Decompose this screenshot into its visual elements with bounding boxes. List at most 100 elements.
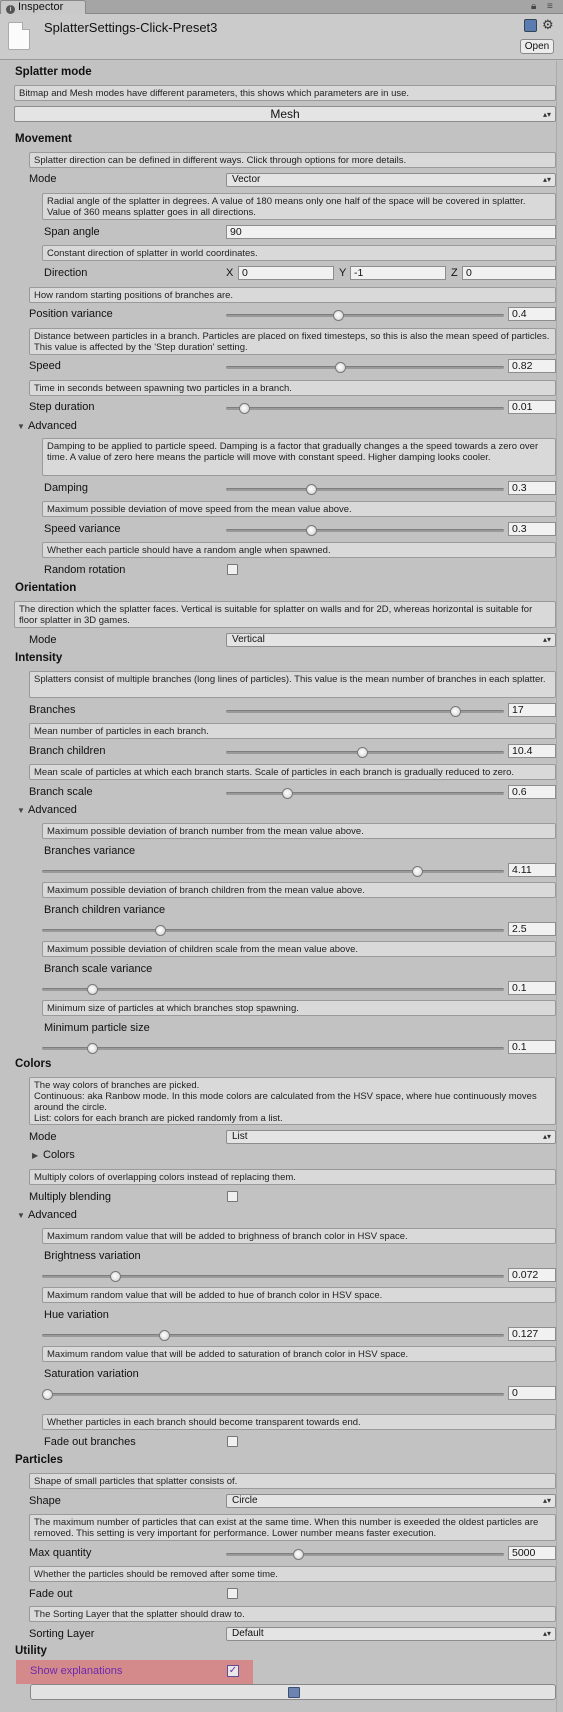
max-quantity-field[interactable]: 5000	[508, 1546, 556, 1560]
speed-variance-slider[interactable]	[226, 523, 504, 537]
tab-inspector[interactable]: i Inspector	[0, 0, 86, 14]
shape-value: Circle	[232, 1495, 258, 1506]
sorting-layer-dropdown[interactable]: Default ▴▾	[226, 1627, 556, 1641]
fade-out-checkbox[interactable]	[227, 1588, 238, 1599]
help-orientation: The direction which the splatter faces. …	[14, 601, 556, 628]
slider-track[interactable]	[226, 407, 504, 410]
slider-track[interactable]	[42, 870, 504, 873]
branch-children-variance-slider[interactable]	[42, 923, 504, 937]
slider-thumb[interactable]	[109, 1271, 121, 1282]
movement-mode-dropdown[interactable]: Vector ▴▾	[226, 173, 556, 187]
intensity-advanced-foldout[interactable]: ▼ Advanced	[17, 804, 77, 816]
slider-track[interactable]	[42, 1334, 504, 1337]
gear-icon[interactable]: ⚙	[542, 17, 554, 33]
branches-variance-slider[interactable]	[42, 864, 504, 878]
dropdown-arrow-icon: ▴▾	[542, 1496, 551, 1505]
brightness-variation-slider[interactable]	[42, 1269, 504, 1283]
speed-field[interactable]: 0.82	[508, 359, 556, 373]
slider-track[interactable]	[42, 1393, 504, 1396]
branch-scale-variance-slider[interactable]	[42, 982, 504, 996]
branches-slider[interactable]	[226, 704, 504, 718]
show-explanations-checkbox[interactable]: ✓	[227, 1665, 239, 1677]
branches-variance-field[interactable]: 4.11	[508, 863, 556, 877]
slider-thumb[interactable]	[292, 1549, 304, 1560]
step-duration-field[interactable]: 0.01	[508, 400, 556, 414]
slider-track[interactable]	[42, 929, 504, 932]
slider-thumb[interactable]	[239, 403, 251, 414]
help-random-rotation: Whether each particle should have a rand…	[42, 542, 556, 558]
speed-slider[interactable]	[226, 360, 504, 374]
minimum-particle-size-field[interactable]: 0.1	[508, 1040, 556, 1054]
direction-y-field[interactable]: -1	[350, 266, 446, 280]
branch-children-field[interactable]: 10.4	[508, 744, 556, 758]
fade-out-branches-label: Fade out branches	[44, 1436, 136, 1448]
saturation-variation-slider[interactable]	[42, 1387, 504, 1401]
slider-track[interactable]	[226, 529, 504, 532]
slider-thumb[interactable]	[356, 747, 368, 758]
branch-children-variance-field[interactable]: 2.5	[508, 922, 556, 936]
slider-thumb[interactable]	[87, 1043, 99, 1054]
hue-variation-slider[interactable]	[42, 1328, 504, 1342]
slider-thumb[interactable]	[306, 484, 318, 495]
slider-track[interactable]	[226, 366, 504, 369]
colors-mode-dropdown[interactable]: List ▴▾	[226, 1130, 556, 1144]
splatter-mode-dropdown[interactable]: Mesh ▴▾	[14, 106, 556, 122]
help-book-icon[interactable]	[524, 19, 537, 32]
branch-scale-slider[interactable]	[226, 786, 504, 800]
section-splatter-mode: Splatter mode	[15, 66, 92, 78]
branches-field[interactable]: 17	[508, 703, 556, 717]
position-variance-slider[interactable]	[226, 308, 504, 322]
brightness-variation-field[interactable]: 0.072	[508, 1268, 556, 1282]
slider-thumb[interactable]	[306, 525, 318, 536]
fade-out-branches-checkbox[interactable]	[227, 1436, 238, 1447]
step-duration-slider[interactable]	[226, 401, 504, 415]
slider-track[interactable]	[42, 988, 504, 991]
colors-list-foldout[interactable]: ▶ Colors	[32, 1149, 75, 1161]
colors-mode-label: Mode	[29, 1131, 57, 1143]
lock-icon[interactable]: 🔒︎	[531, 1, 536, 12]
damping-field[interactable]: 0.3	[508, 481, 556, 495]
slider-track[interactable]	[226, 314, 504, 317]
speed-variance-field[interactable]: 0.3	[508, 522, 556, 536]
open-button[interactable]: Open	[520, 39, 554, 54]
damping-slider[interactable]	[226, 482, 504, 496]
minimum-particle-size-slider[interactable]	[42, 1041, 504, 1055]
shape-dropdown[interactable]: Circle ▴▾	[226, 1494, 556, 1508]
direction-label: Direction	[44, 267, 88, 279]
branch-scale-variance-field[interactable]: 0.1	[508, 981, 556, 995]
orientation-mode-dropdown[interactable]: Vertical ▴▾	[226, 633, 556, 647]
direction-x-field[interactable]: 0	[238, 266, 334, 280]
hue-variation-field[interactable]: 0.127	[508, 1327, 556, 1341]
menu-icon[interactable]: ≡	[547, 1, 553, 12]
slider-thumb[interactable]	[411, 866, 423, 877]
slider-thumb[interactable]	[154, 925, 166, 936]
position-variance-field[interactable]: 0.4	[508, 307, 556, 321]
help-button[interactable]	[30, 1684, 556, 1700]
slider-track[interactable]	[226, 488, 504, 491]
colors-advanced-foldout[interactable]: ▼ Advanced	[17, 1209, 77, 1221]
slider-track[interactable]	[226, 1553, 504, 1556]
orientation-mode-label: Mode	[29, 634, 57, 646]
branch-children-slider[interactable]	[226, 745, 504, 759]
slider-track[interactable]	[226, 710, 504, 713]
slider-thumb[interactable]	[282, 788, 294, 799]
branch-scale-field[interactable]: 0.6	[508, 785, 556, 799]
span-angle-field[interactable]: 90	[226, 225, 556, 239]
slider-thumb[interactable]	[450, 706, 462, 717]
movement-advanced-foldout[interactable]: ▼ Advanced	[17, 420, 77, 432]
slider-track[interactable]	[226, 792, 504, 795]
slider-thumb[interactable]	[159, 1330, 171, 1341]
multiply-blending-checkbox[interactable]	[227, 1191, 238, 1202]
slider-thumb[interactable]	[42, 1389, 53, 1400]
max-quantity-slider[interactable]	[226, 1547, 504, 1561]
saturation-variation-field[interactable]: 0	[508, 1386, 556, 1400]
direction-z-field[interactable]: 0	[462, 266, 556, 280]
slider-track[interactable]	[42, 1047, 504, 1050]
slider-thumb[interactable]	[87, 984, 99, 995]
advanced-label: Advanced	[28, 420, 77, 432]
random-rotation-checkbox[interactable]	[227, 564, 238, 575]
slider-thumb[interactable]	[335, 362, 347, 373]
scrollbar[interactable]	[556, 61, 563, 1712]
slider-thumb[interactable]	[332, 310, 344, 321]
step-duration-label: Step duration	[29, 401, 95, 413]
